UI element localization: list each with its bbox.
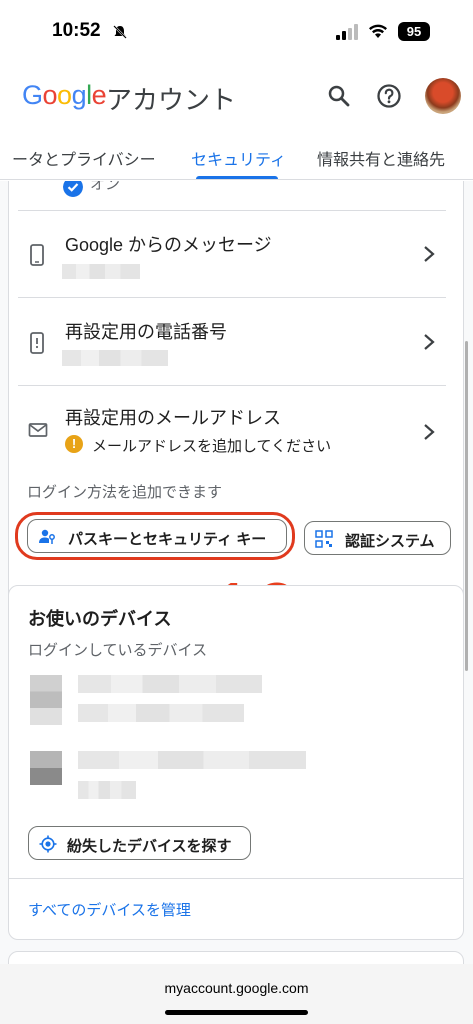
- add-sign-in-label: ログイン方法を追加できます: [27, 484, 223, 501]
- status-bar: 10:52 95: [0, 0, 473, 62]
- highlight-annotation-ring: [15, 512, 295, 560]
- device-thumbnail: [30, 675, 62, 725]
- browser-url-bar[interactable]: myaccount.google.com: [0, 964, 473, 1024]
- devices-subtitle: ログインしているデバイス: [28, 642, 208, 659]
- app-header: Google アカウント: [0, 62, 473, 132]
- chevron-right-icon: [424, 246, 435, 262]
- tab-people-sharing[interactable]: 情報共有と連絡先: [317, 146, 445, 170]
- security-row-recovery-phone[interactable]: 再設定用の電話番号: [18, 297, 446, 385]
- phone-icon: [30, 244, 44, 266]
- qr-code-icon: [315, 530, 333, 548]
- redacted-value: [62, 350, 168, 366]
- row-title: Google からのメッセージ: [65, 235, 272, 255]
- logo-letter: o: [42, 80, 58, 110]
- authenticator-button-label: 認証システム: [345, 533, 435, 550]
- tab-security[interactable]: セキュリティ: [191, 146, 286, 170]
- avatar[interactable]: [425, 78, 461, 114]
- logo-letter: G: [22, 80, 43, 110]
- warning-text: メールアドレスを追加してください: [92, 438, 332, 455]
- redacted-value: [78, 675, 262, 693]
- security-row-recovery-email[interactable]: 再設定用のメールアドレス ! メールアドレスを追加してください: [18, 385, 446, 475]
- battery-indicator: 95: [398, 22, 430, 41]
- content-area[interactable]: オン Google からのメッセージ 再設定用の電話番号 再設定用のメールアドレ…: [0, 181, 473, 964]
- mail-icon: [28, 423, 48, 437]
- location-target-icon: [39, 835, 57, 853]
- divider: [8, 878, 464, 879]
- row-title: 再設定用のメールアドレス: [65, 408, 281, 428]
- tab-bar: ータとプライバシー セキュリティ 情報共有と連絡先: [0, 132, 473, 180]
- scrollbar[interactable]: [465, 341, 468, 671]
- page-title: アカウント: [106, 85, 237, 115]
- find-lost-device-button[interactable]: 紛失したデバイスを探す: [28, 826, 251, 860]
- home-indicator: [165, 1010, 308, 1015]
- redacted-value: [78, 704, 244, 722]
- cellular-signal-icon: [336, 24, 358, 40]
- chevron-right-icon: [424, 424, 435, 440]
- phone-alert-icon: [30, 332, 44, 354]
- status-text-on: オン: [90, 181, 121, 193]
- next-card: [8, 951, 464, 964]
- logo-letter: g: [71, 80, 87, 110]
- google-logo: Google: [22, 80, 107, 111]
- manage-all-devices-link[interactable]: すべてのデバイスを管理: [28, 899, 191, 920]
- chevron-right-icon: [424, 334, 435, 350]
- search-icon[interactable]: [325, 82, 353, 110]
- help-icon[interactable]: [375, 82, 403, 110]
- logo-letter: e: [91, 80, 107, 110]
- find-lost-device-label: 紛失したデバイスを探す: [67, 838, 232, 855]
- redacted-value: [78, 781, 136, 799]
- active-tab-indicator: [196, 176, 278, 179]
- devices-title: お使いのデバイス: [28, 609, 172, 629]
- tab-data-privacy[interactable]: ータとプライバシー: [12, 146, 156, 170]
- warning-icon: !: [65, 435, 83, 453]
- logo-letter: o: [57, 80, 72, 110]
- device-thumbnail: [30, 751, 62, 785]
- authenticator-button[interactable]: 認証システム: [304, 521, 451, 555]
- url-text: myaccount.google.com: [164, 980, 309, 996]
- row-title: 再設定用の電話番号: [65, 322, 227, 342]
- redacted-value: [78, 751, 306, 769]
- security-row-google-messages[interactable]: Google からのメッセージ: [18, 210, 446, 297]
- redacted-value: [62, 264, 140, 279]
- status-time: 10:52: [52, 20, 101, 41]
- bell-muted-icon: [113, 25, 127, 39]
- wifi-icon: [369, 24, 387, 38]
